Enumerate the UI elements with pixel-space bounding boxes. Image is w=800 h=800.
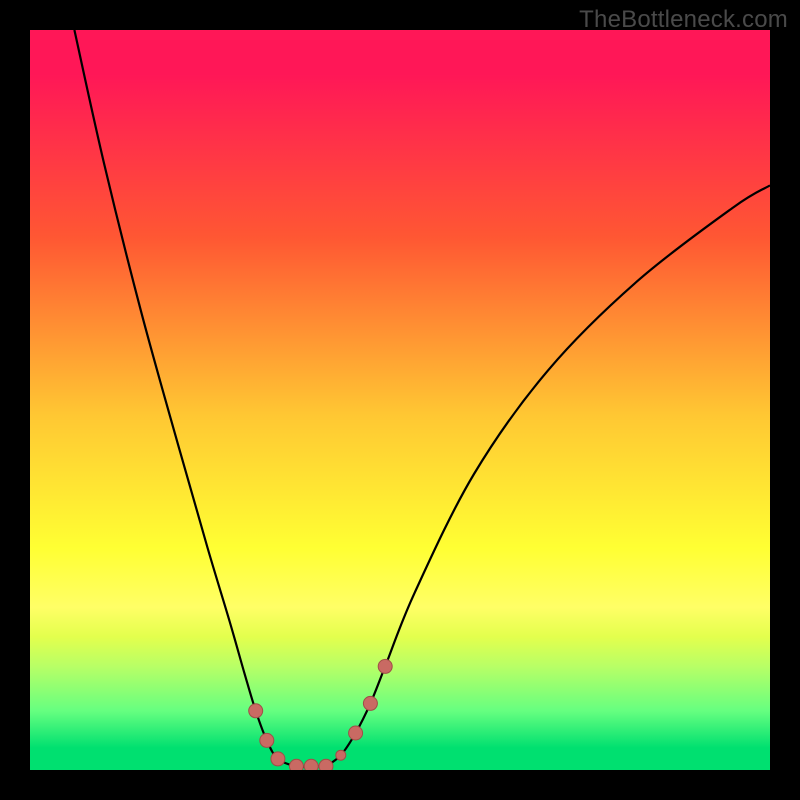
chart-plot-area: [30, 30, 770, 770]
marker-dot: [319, 759, 333, 770]
marker-dot: [304, 759, 318, 770]
marker-group: [249, 659, 393, 770]
marker-dot: [260, 733, 274, 747]
curve-right-branch: [326, 185, 770, 766]
marker-dot: [378, 659, 392, 673]
chart-svg: [30, 30, 770, 770]
marker-dot: [349, 726, 363, 740]
curve-left-branch: [74, 30, 326, 767]
marker-dot: [336, 750, 346, 760]
marker-dot: [249, 704, 263, 718]
marker-dot: [289, 759, 303, 770]
marker-dot: [363, 696, 377, 710]
watermark-text: TheBottleneck.com: [579, 6, 788, 34]
marker-dot: [271, 752, 285, 766]
